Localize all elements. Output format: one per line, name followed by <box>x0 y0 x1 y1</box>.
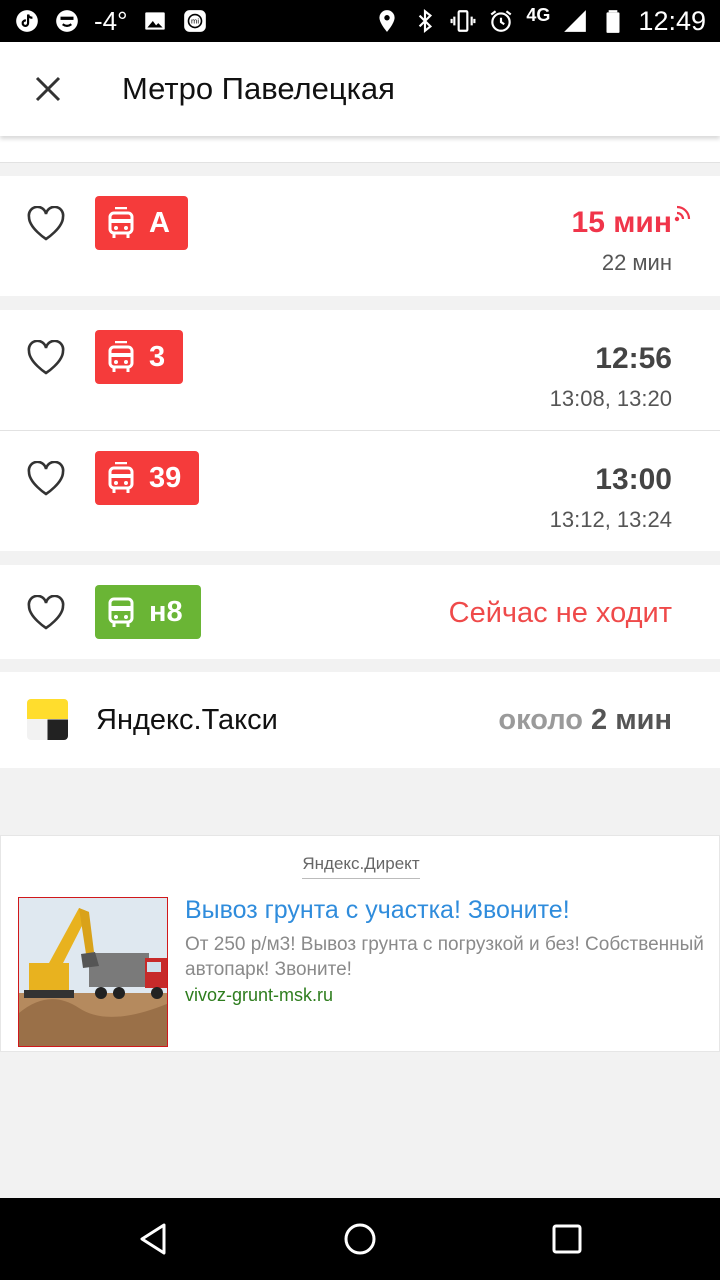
trolleybus-icon <box>108 341 134 372</box>
network-type: 4G <box>526 4 551 25</box>
signal-icon <box>562 8 588 34</box>
route-badge[interactable]: 39 <box>95 451 200 505</box>
battery-icon <box>600 8 626 34</box>
header-strip <box>0 136 720 163</box>
ad-text: От 250 р/м3! Вывоз грунта с погрузкой и … <box>185 934 704 980</box>
ad-block[interactable]: Яндекс.Директ Вывоз грунта с участка! Зв… <box>0 835 720 1052</box>
ad-title[interactable]: Вывоз грунта с участка! Звоните! <box>185 896 570 925</box>
close-icon <box>35 76 61 102</box>
route-row[interactable]: н8 Сейчас не ходит <box>0 565 720 659</box>
taxi-row[interactable]: Яндекс.Такси около 2 мин <box>0 672 720 768</box>
bus-icon <box>108 597 134 627</box>
status-bar: -4° mi 4G 12:49 <box>0 0 720 42</box>
ad-image[interactable] <box>18 897 168 1047</box>
route-status: Сейчас не ходит <box>448 597 672 629</box>
ad-url[interactable]: vivoz-grunt-msk.ru <box>185 985 333 1006</box>
route-number: 3 <box>149 340 166 373</box>
favorite-heart-icon[interactable] <box>26 595 66 631</box>
route-row[interactable]: 3 12:56 13:08, 13:20 <box>0 310 720 430</box>
live-tracking-icon <box>674 205 691 222</box>
trolleybus-icon <box>108 207 134 238</box>
mi-icon: mi <box>182 8 208 34</box>
favorite-heart-icon[interactable] <box>26 461 66 497</box>
following-arrival: 13:12, 13:24 <box>549 507 672 532</box>
face-icon <box>54 8 80 34</box>
route-badge[interactable]: н8 <box>95 585 201 639</box>
system-nav-bar <box>0 1198 720 1280</box>
trolleybus-icon <box>108 462 134 493</box>
next-arrival: 12:56 <box>595 342 672 375</box>
recents-icon[interactable] <box>547 1219 587 1259</box>
route-row[interactable]: A 15 мин 22 мин <box>0 176 720 296</box>
back-icon[interactable] <box>134 1219 174 1259</box>
route-number: 39 <box>149 461 182 494</box>
taxi-eta: около 2 мин <box>498 704 672 737</box>
taxi-name: Яндекс.Такси <box>96 704 278 736</box>
next-arrival: 13:00 <box>595 463 672 496</box>
page-title: Метро Павелецкая <box>122 71 395 106</box>
following-arrival: 13:08, 13:20 <box>549 386 672 411</box>
route-row[interactable]: 39 13:00 13:12, 13:24 <box>0 431 720 551</box>
taxi-eta-value: 2 мин <box>591 704 672 736</box>
following-arrival: 22 мин <box>601 250 672 275</box>
clock: 12:49 <box>638 5 706 36</box>
image-icon <box>142 8 168 34</box>
route-number: A <box>149 206 170 239</box>
app-bar: Метро Павелецкая <box>0 42 720 136</box>
ad-label: Яндекс.Директ <box>302 854 420 879</box>
location-icon <box>374 8 400 34</box>
temperature: -4° <box>94 5 128 36</box>
excavator-truck-image <box>19 898 167 1046</box>
route-badge[interactable]: 3 <box>95 330 184 384</box>
alarm-icon <box>488 8 514 34</box>
close-button[interactable] <box>0 42 96 136</box>
svg-text:mi: mi <box>191 17 199 26</box>
route-badge[interactable]: A <box>95 196 188 250</box>
next-arrival: 15 мин <box>571 206 672 239</box>
favorite-heart-icon[interactable] <box>26 340 66 376</box>
route-number: н8 <box>149 595 183 628</box>
home-icon[interactable] <box>340 1219 380 1259</box>
vibrate-icon <box>450 8 476 34</box>
yandex-taxi-logo <box>27 699 68 740</box>
favorite-heart-icon[interactable] <box>26 206 66 242</box>
tiktok-icon <box>14 8 40 34</box>
taxi-eta-prefix: около <box>498 704 583 736</box>
bluetooth-icon <box>412 8 438 34</box>
